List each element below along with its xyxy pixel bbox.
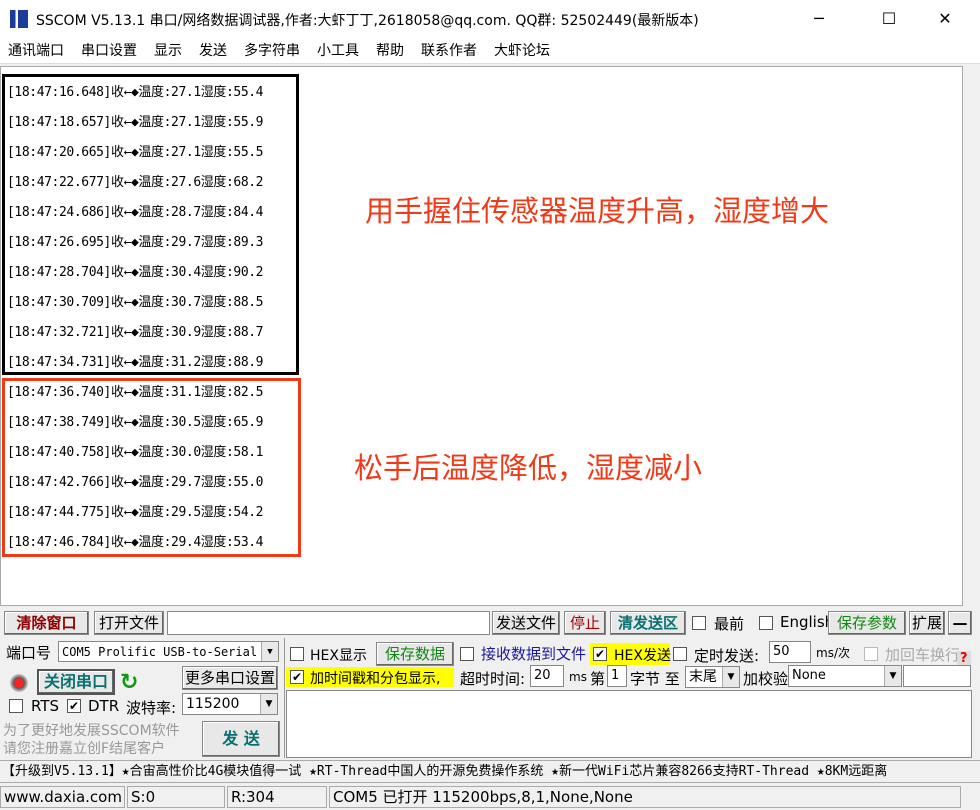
byte-label: 第 <box>590 668 605 689</box>
send-input[interactable] <box>286 690 972 758</box>
stop-button[interactable]: 停止 <box>564 611 606 635</box>
timeout-input[interactable]: 20 <box>530 665 564 687</box>
close-port-button[interactable]: 关闭串口 <box>37 669 115 695</box>
recv-to-file-label: 接收数据到文件 <box>481 643 586 664</box>
promo-line-2: 请您注册嘉立创F结尾客户 <box>3 738 165 758</box>
timeout-label: 超时时间: <box>460 668 525 689</box>
menu-send[interactable]: 发送 <box>199 38 227 64</box>
collapse-button[interactable]: — <box>948 611 972 635</box>
annotation-rise: 用手握住传感器温度升高，湿度增大 <box>365 188 829 230</box>
window-title: SSCOM V5.13.1 串口/网络数据调试器,作者:大虾丁丁,2618058… <box>36 10 699 30</box>
app-icon <box>10 10 28 28</box>
interval-input[interactable]: 50 <box>769 641 811 663</box>
menu-forum[interactable]: 大虾论坛 <box>494 38 550 64</box>
menu-tools[interactable]: 小工具 <box>317 38 359 64</box>
menu-contact[interactable]: 联系作者 <box>421 38 477 64</box>
clear-window-button[interactable]: 清除窗口 <box>4 611 89 635</box>
send-button[interactable]: 发 送 <box>202 721 280 757</box>
menu-bar: 通讯端口 串口设置 显示 发送 多字符串 小工具 帮助 联系作者 大虾论坛 <box>0 38 980 64</box>
byte-to-select[interactable]: 末尾 ▼ <box>685 666 740 688</box>
hex-display-label: HEX显示 <box>310 645 367 665</box>
chevron-down-icon[interactable]: ▼ <box>260 694 277 714</box>
timed-send-label: 定时发送: <box>694 645 759 666</box>
chevron-down-icon[interactable]: ▼ <box>261 642 278 661</box>
byte-to-label: 字节 至 <box>630 668 680 689</box>
port-label: 端口号 <box>6 642 51 663</box>
status-port-info: COM5 已打开 115200bps,8,1,None,None <box>329 786 961 808</box>
timestamp-label: 加时间戳和分包显示, <box>310 668 440 688</box>
checksum-select[interactable]: None ▼ <box>788 665 902 687</box>
send-file-button[interactable]: 发送文件 <box>492 611 560 635</box>
hex-send-label: HEX发送 <box>614 645 671 665</box>
save-params-button[interactable]: 保存参数 <box>828 611 906 635</box>
dtr-label: DTR <box>88 697 119 715</box>
checksum-value: None <box>792 668 826 683</box>
byte-from-input[interactable]: 1 <box>607 665 627 687</box>
menu-serial-settings[interactable]: 串口设置 <box>81 38 137 64</box>
baud-select[interactable]: 115200 ▼ <box>182 693 278 715</box>
interval-unit: ms/次 <box>816 644 850 661</box>
timed-send-checkbox[interactable] <box>673 647 687 661</box>
chevron-down-icon[interactable]: ▼ <box>722 667 739 687</box>
status-site[interactable]: www.daxia.com <box>0 786 125 808</box>
close-button[interactable]: ✕ <box>922 0 968 38</box>
news-ticker[interactable]: 【升级到V5.13.1】★合宙高性价比4G模块值得一试 ★RT-Thread中国… <box>0 760 980 783</box>
highlight-rising <box>2 74 299 375</box>
menu-comm-port[interactable]: 通讯端口 <box>8 38 64 64</box>
annotation-fall: 松手后温度降低，湿度减小 <box>354 445 702 487</box>
promo-line-1: 为了更好地发展SSCOM软件 <box>3 720 180 740</box>
refresh-icon[interactable]: ↻ <box>120 670 138 695</box>
expand-button[interactable]: 扩展 <box>909 611 945 635</box>
topmost-label: 最前 <box>714 613 744 634</box>
rts-checkbox[interactable] <box>9 699 23 713</box>
chevron-down-icon[interactable]: ▼ <box>884 666 901 686</box>
rts-label: RTS <box>31 697 59 715</box>
port-value: COM5 Prolific USB-to-Serial <box>62 645 257 659</box>
topmost-checkbox[interactable] <box>692 616 706 630</box>
dtr-checkbox[interactable]: ✔ <box>67 699 81 713</box>
add-crlf-checkbox[interactable] <box>864 647 878 661</box>
port-status-led-icon <box>10 674 28 692</box>
more-settings-button[interactable]: 更多串口设置 <box>182 666 278 690</box>
minimize-button[interactable]: ─ <box>796 0 842 38</box>
file-path-input[interactable] <box>167 611 490 635</box>
menu-display[interactable]: 显示 <box>154 38 182 64</box>
recv-to-file-checkbox[interactable] <box>460 647 474 661</box>
add-crlf-label: 加回车换行 <box>885 644 960 665</box>
log-scrollbar[interactable] <box>963 66 980 606</box>
open-file-button[interactable]: 打开文件 <box>94 611 164 635</box>
hex-send-checkbox[interactable]: ✔ <box>593 647 607 661</box>
timestamp-checkbox[interactable]: ✔ <box>290 670 304 684</box>
status-sent: S:0 <box>127 786 225 808</box>
highlight-falling <box>2 378 301 557</box>
baud-label: 波特率: <box>126 697 176 718</box>
english-checkbox[interactable] <box>759 616 773 630</box>
hex-display-checkbox[interactable] <box>290 647 304 661</box>
baud-value: 115200 <box>186 696 239 712</box>
byte-to-value: 末尾 <box>689 669 717 685</box>
english-label: English <box>780 613 834 631</box>
clear-send-button[interactable]: 清发送区 <box>610 611 686 635</box>
maximize-button[interactable]: ☐ <box>866 0 912 38</box>
title-bar: SSCOM V5.13.1 串口/网络数据调试器,作者:大虾丁丁,2618058… <box>0 0 980 38</box>
checksum-label: 加校验 <box>743 668 788 689</box>
menu-help[interactable]: 帮助 <box>376 38 404 64</box>
divider <box>284 638 285 758</box>
checksum-output <box>903 665 971 687</box>
help-icon[interactable]: ? <box>957 651 971 666</box>
timeout-unit: ms <box>569 670 587 684</box>
save-data-button[interactable]: 保存数据 <box>376 642 454 666</box>
status-received: R:304 <box>227 786 327 808</box>
menu-multi-string[interactable]: 多字符串 <box>244 38 300 64</box>
port-select[interactable]: COM5 Prolific USB-to-Serial ▼ <box>58 641 279 662</box>
